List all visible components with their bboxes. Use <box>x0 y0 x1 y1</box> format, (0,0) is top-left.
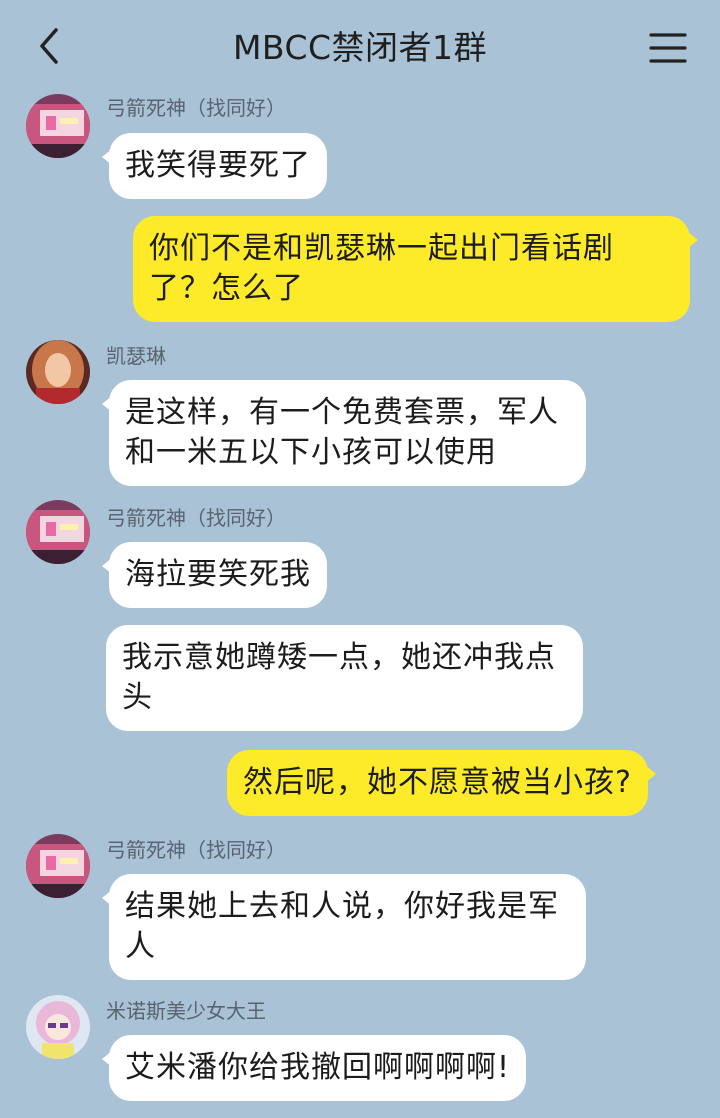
user-avatar-icon <box>26 94 90 158</box>
message-bubble-outgoing[interactable]: 然后呢，她不愿意被当小孩? <box>227 750 656 816</box>
chat-header: MBCC禁闭者1群 <box>0 0 720 92</box>
avatar[interactable] <box>26 995 90 1059</box>
avatar[interactable] <box>26 834 90 898</box>
sender-name: 米诺斯美少女大王 <box>106 999 266 1023</box>
avatar[interactable] <box>26 500 90 564</box>
sender-name: 弓箭死神（找同好） <box>106 506 286 530</box>
avatar[interactable] <box>26 340 90 404</box>
message-bubble[interactable]: 海拉要笑死我 <box>102 542 327 608</box>
user-avatar-icon <box>26 340 90 404</box>
hamburger-menu-icon <box>649 33 687 63</box>
message-bubble[interactable]: 我笑得要死了 <box>102 133 327 199</box>
message-bubble[interactable]: 结果她上去和人说，你好我是军人 <box>102 874 586 980</box>
menu-button[interactable] <box>648 30 688 66</box>
message-bubble[interactable]: 是这样，有一个免费套票，军人和一米五以下小孩可以使用 <box>102 380 586 486</box>
message-bubble[interactable]: 我示意她蹲矮一点，她还冲我点头 <box>106 625 583 731</box>
sender-name: 弓箭死神（找同好） <box>106 838 286 862</box>
user-avatar-icon <box>26 500 90 564</box>
sender-name: 凯瑟琳 <box>106 344 166 368</box>
avatar[interactable] <box>26 94 90 158</box>
sender-name: 弓箭死神（找同好） <box>106 96 286 120</box>
message-bubble[interactable]: 艾米潘你给我撤回啊啊啊啊! <box>101 1035 527 1101</box>
message-bubble-outgoing[interactable]: 你们不是和凯瑟琳一起出门看话剧了？怎么了 <box>133 216 698 322</box>
user-avatar-icon <box>26 834 90 898</box>
chat-title: MBCC禁闭者1群 <box>232 28 488 67</box>
user-avatar-icon <box>26 995 90 1059</box>
